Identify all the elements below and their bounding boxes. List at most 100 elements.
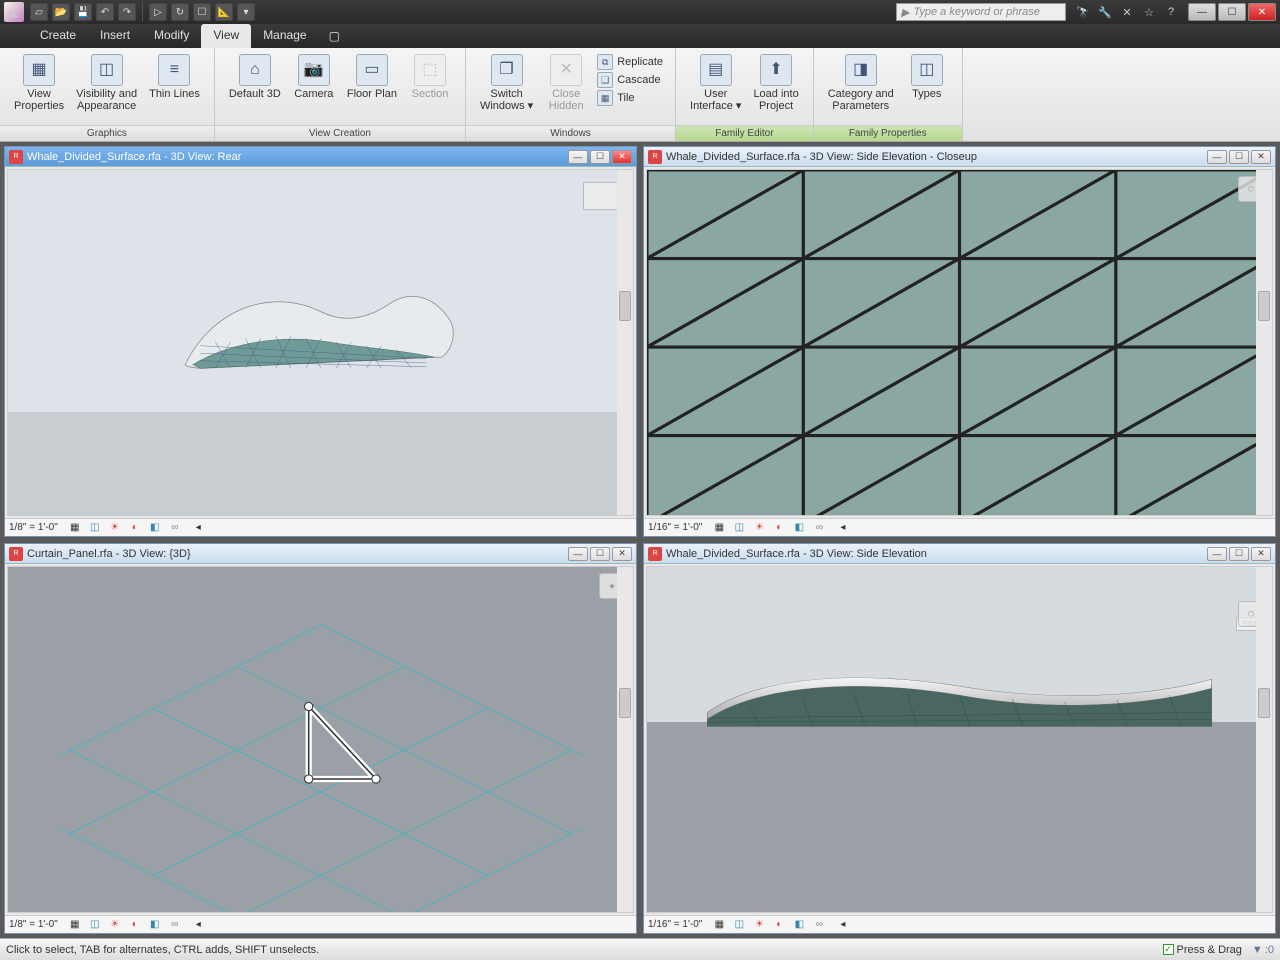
cascade-button[interactable]: ❏Cascade [597, 72, 663, 88]
app-icon[interactable]: ◣ [4, 2, 24, 22]
view-scale[interactable]: 1/16" = 1'-0" [648, 522, 702, 533]
user-interface-button[interactable]: ▤User Interface ▾ [684, 52, 747, 114]
detail-level-icon[interactable]: ▦ [68, 521, 82, 535]
favorites-icon[interactable]: ☆ [1140, 3, 1158, 21]
view-closeup-titlebar[interactable]: R Whale_Divided_Surface.rfa - 3D View: S… [644, 147, 1275, 167]
tab-create[interactable]: Create [28, 24, 88, 48]
reveal-icon[interactable]: ∞ [812, 521, 826, 535]
qat-new-icon[interactable]: ▱ [30, 3, 48, 21]
scrollbar-vertical[interactable] [1256, 567, 1272, 912]
floor-plan-button[interactable]: ▭Floor Plan [341, 52, 403, 102]
maximize-button[interactable]: ☐ [1218, 3, 1246, 21]
tab-view[interactable]: View [201, 24, 251, 48]
view-close-button[interactable]: ✕ [1251, 150, 1271, 164]
view-minimize-button[interactable]: — [1207, 547, 1227, 561]
qat-redo-icon[interactable]: ↷ [118, 3, 136, 21]
sun-path-icon[interactable]: ☀ [108, 521, 122, 535]
tile-button[interactable]: ▦Tile [597, 90, 663, 106]
category-parameters-button[interactable]: ◨Category and Parameters [822, 52, 900, 114]
qat-3d-icon[interactable]: ☐ [193, 3, 211, 21]
view-rear-titlebar[interactable]: R Whale_Divided_Surface.rfa - 3D View: R… [5, 147, 636, 167]
thin-lines-button[interactable]: ≡Thin Lines [143, 52, 206, 102]
view-cube-icon[interactable] [583, 182, 619, 210]
detail-level-icon[interactable]: ▦ [712, 521, 726, 535]
replicate-button[interactable]: ⧉Replicate [597, 54, 663, 70]
key-icon[interactable]: 🔧 [1096, 3, 1114, 21]
reveal-icon[interactable]: ∞ [168, 918, 182, 932]
view-side-titlebar[interactable]: R Whale_Divided_Surface.rfa - 3D View: S… [644, 544, 1275, 564]
minimize-button[interactable]: — [1188, 3, 1216, 21]
switch-windows-button[interactable]: ❐Switch Windows ▾ [474, 52, 539, 114]
shadows-icon[interactable]: ◐ [772, 521, 786, 535]
visual-style-icon[interactable]: ◫ [732, 918, 746, 932]
view-maximize-button[interactable]: ☐ [590, 547, 610, 561]
sun-path-icon[interactable]: ☀ [108, 918, 122, 932]
exchange-icon[interactable]: ✕ [1118, 3, 1136, 21]
search-input[interactable]: ▶Type a keyword or phrase [896, 3, 1066, 21]
load-into-project-button[interactable]: ⬆Load into Project [747, 52, 804, 114]
viewport-closeup[interactable]: ⬡ [646, 169, 1273, 516]
qat-measure-icon[interactable]: 📐 [215, 3, 233, 21]
view-minimize-button[interactable]: — [568, 547, 588, 561]
types-button[interactable]: ◫Types [900, 52, 954, 102]
view-properties-button[interactable]: ▦View Properties [8, 52, 70, 114]
sun-path-icon[interactable]: ☀ [752, 521, 766, 535]
scrollbar-vertical[interactable] [1256, 170, 1272, 515]
panel-family-editor-label: Family Editor [676, 125, 813, 141]
tab-manage[interactable]: Manage [251, 24, 318, 48]
view-close-button[interactable]: ✕ [612, 547, 632, 561]
tab-modify[interactable]: Modify [142, 24, 201, 48]
detail-level-icon[interactable]: ▦ [68, 918, 82, 932]
reveal-icon[interactable]: ∞ [168, 521, 182, 535]
qat-pointer-icon[interactable]: ▷ [149, 3, 167, 21]
view-scale[interactable]: 1/8" = 1'-0" [9, 919, 58, 930]
view-close-button[interactable]: ✕ [612, 150, 632, 164]
view-minimize-button[interactable]: — [1207, 150, 1227, 164]
view-maximize-button[interactable]: ☐ [590, 150, 610, 164]
qat-undo-icon[interactable]: ↶ [96, 3, 114, 21]
ribbon-tabs: Create Insert Modify View Manage ▢ [0, 24, 1280, 48]
crop-icon[interactable]: ◧ [148, 521, 162, 535]
view-scale[interactable]: 1/16" = 1'-0" [648, 919, 702, 930]
selection-filter[interactable]: ▼:0 [1252, 944, 1274, 956]
visual-style-icon[interactable]: ◫ [88, 918, 102, 932]
visual-style-icon[interactable]: ◫ [732, 521, 746, 535]
panel-view-creation-label: View Creation [215, 125, 465, 141]
shadows-icon[interactable]: ◐ [772, 918, 786, 932]
view-minimize-button[interactable]: — [568, 150, 588, 164]
view-close-button[interactable]: ✕ [1251, 547, 1271, 561]
scrollbar-vertical[interactable] [617, 567, 633, 912]
view-maximize-button[interactable]: ☐ [1229, 547, 1249, 561]
qat-dropdown-icon[interactable]: ▾ [237, 3, 255, 21]
sun-path-icon[interactable]: ☀ [752, 918, 766, 932]
view-maximize-button[interactable]: ☐ [1229, 150, 1249, 164]
record-icon[interactable]: ▢ [329, 24, 340, 48]
qat-save-icon[interactable]: 💾 [74, 3, 92, 21]
help-icon[interactable]: ? [1162, 3, 1180, 21]
reveal-icon[interactable]: ∞ [812, 918, 826, 932]
viewport-side[interactable]: SIDE ⬡ [646, 566, 1273, 913]
qat-sync-icon[interactable]: ↻ [171, 3, 189, 21]
qat-open-icon[interactable]: 📂 [52, 3, 70, 21]
panel-view-creation: ⌂Default 3D 📷Camera ▭Floor Plan ⬚Section… [215, 48, 466, 141]
crop-icon[interactable]: ◧ [792, 918, 806, 932]
binoculars-icon[interactable]: 🔭 [1074, 3, 1092, 21]
tab-insert[interactable]: Insert [88, 24, 142, 48]
camera-button[interactable]: 📷Camera [287, 52, 341, 102]
viewport-rear[interactable] [7, 169, 634, 516]
view-scale[interactable]: 1/8" = 1'-0" [9, 522, 58, 533]
shadows-icon[interactable]: ◐ [128, 918, 142, 932]
press-and-drag-checkbox[interactable]: ✓Press & Drag [1163, 944, 1242, 956]
default-3d-button[interactable]: ⌂Default 3D [223, 52, 287, 102]
visibility-appearance-button[interactable]: ◫Visibility and Appearance [70, 52, 143, 114]
visual-style-icon[interactable]: ◫ [88, 521, 102, 535]
crop-icon[interactable]: ◧ [148, 918, 162, 932]
section-button: ⬚Section [403, 52, 457, 102]
crop-icon[interactable]: ◧ [792, 521, 806, 535]
scrollbar-vertical[interactable] [617, 170, 633, 515]
close-button[interactable]: ✕ [1248, 3, 1276, 21]
view-curtain-titlebar[interactable]: R Curtain_Panel.rfa - 3D View: {3D} — ☐ … [5, 544, 636, 564]
detail-level-icon[interactable]: ▦ [712, 918, 726, 932]
shadows-icon[interactable]: ◐ [128, 521, 142, 535]
viewport-curtain[interactable]: ◈ [7, 566, 634, 913]
